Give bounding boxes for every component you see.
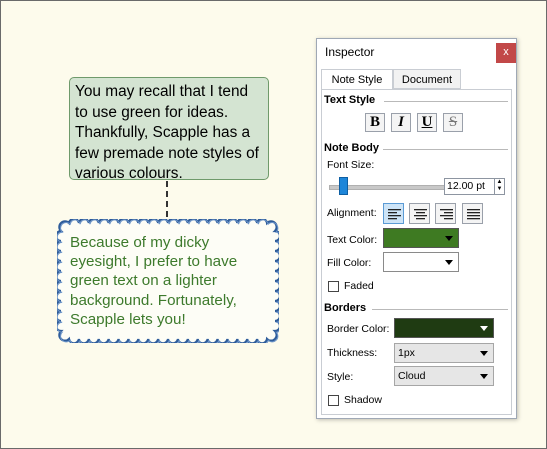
underline-button[interactable]: U [417, 113, 437, 132]
close-button[interactable]: x [496, 43, 516, 63]
inspector-title: Inspector [325, 45, 375, 59]
shadow-label: Shadow [344, 394, 382, 406]
border-color-label: Border Color: [327, 323, 390, 335]
italic-button[interactable]: I [391, 113, 411, 132]
align-center-icon[interactable] [409, 203, 430, 224]
thickness-select[interactable]: 1px [394, 343, 494, 363]
alignment-label: Alignment: [327, 207, 377, 219]
idea-note-text: You may recall that I tend to use green … [75, 83, 259, 182]
chevron-down-icon [445, 260, 453, 265]
chevron-down-icon [480, 351, 488, 356]
thickness-label: Thickness: [327, 347, 378, 359]
align-left-icon[interactable] [383, 203, 404, 224]
style-value: Cloud [398, 370, 426, 382]
fill-color-picker[interactable] [383, 252, 459, 272]
align-right-icon[interactable] [435, 203, 456, 224]
divider [384, 101, 508, 102]
faded-checkbox[interactable] [328, 281, 339, 292]
tab-document[interactable]: Document [393, 69, 461, 89]
spinner-arrows-icon[interactable]: ▲ ▼ [494, 179, 504, 194]
bold-button[interactable]: B [365, 113, 385, 132]
text-color-picker[interactable] [383, 228, 459, 248]
font-size-label: Font Size: [327, 159, 375, 171]
font-size-slider-thumb[interactable] [339, 177, 348, 195]
borders-heading: Borders [324, 302, 367, 314]
chevron-down-icon [480, 374, 488, 379]
cloud-note-text: Because of my dicky eyesight, I prefer t… [70, 234, 238, 328]
cloud-note[interactable]: Because of my dicky eyesight, I prefer t… [57, 219, 279, 343]
divider [372, 309, 508, 310]
thickness-value: 1px [398, 347, 415, 359]
style-select[interactable]: Cloud [394, 366, 494, 386]
font-size-value: 12.00 pt [447, 180, 485, 192]
text-color-label: Text Color: [327, 234, 378, 246]
shadow-checkbox[interactable] [328, 395, 339, 406]
inspector-panel: Inspector x Note Style Document Text Sty… [316, 38, 517, 419]
note-connector [166, 181, 168, 217]
align-justify-icon[interactable] [462, 203, 483, 224]
note-body-heading: Note Body [324, 142, 379, 154]
chevron-down-icon [480, 326, 488, 331]
faded-label: Faded [344, 280, 374, 292]
divider [383, 149, 508, 150]
strikethrough-button[interactable]: S [443, 113, 463, 132]
chevron-down-icon [445, 236, 453, 241]
border-color-picker[interactable] [394, 318, 494, 338]
text-style-heading: Text Style [324, 94, 376, 106]
fill-color-label: Fill Color: [327, 257, 372, 269]
style-label: Style: [327, 371, 354, 383]
inspector-titlebar[interactable]: Inspector x [317, 39, 516, 65]
idea-note[interactable]: You may recall that I tend to use green … [69, 77, 269, 182]
tab-note-style[interactable]: Note Style [321, 69, 393, 90]
font-size-spinner[interactable]: 12.00 pt ▲ ▼ [444, 178, 505, 195]
